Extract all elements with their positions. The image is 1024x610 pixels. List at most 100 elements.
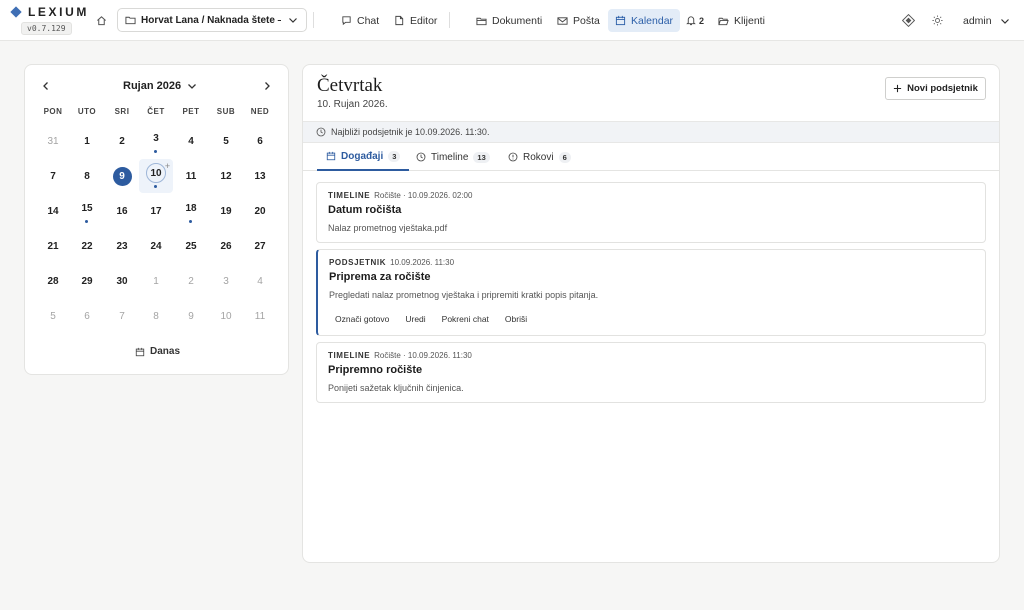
month-selector[interactable]: Rujan 2026 (123, 80, 197, 92)
calendar-day[interactable]: 30 (105, 264, 139, 298)
nav-dokumenti[interactable]: Dokumenti (469, 9, 549, 32)
weekday-header: UTO (77, 107, 97, 116)
event-meta: PODSJETNIK 10.09.2026. 11:30 (329, 258, 455, 267)
mark-done-button[interactable]: Označi gotovo (329, 312, 395, 326)
calendar-day[interactable]: 7 (36, 159, 70, 193)
calendar-day[interactable]: 2 (174, 264, 208, 298)
tab-count: 3 (388, 150, 401, 162)
diamond-icon (902, 14, 915, 27)
tab-timeline[interactable]: Timeline 13 (407, 143, 499, 171)
folder-open-icon (718, 17, 729, 25)
tab-dogadaji[interactable]: Događaji 3 (317, 143, 410, 171)
calendar-day[interactable]: 27 (243, 229, 277, 263)
today-button[interactable]: Danas (135, 346, 180, 357)
calendar-day[interactable]: 3 (139, 124, 173, 158)
calendar-day[interactable]: 9 (174, 299, 208, 333)
event-desc: Nalaz prometnog vještaka.pdf (328, 223, 448, 233)
top-bar: LEXIUM v0.7.129 Horvat Lana / Naknada št… (0, 0, 1024, 41)
calendar-day[interactable]: 12 (209, 159, 243, 193)
selected-weekday: Četvrtak (317, 75, 383, 96)
logo-diamond-icon (10, 6, 22, 18)
mail-icon (557, 16, 568, 25)
event-type: PODSJETNIK (329, 258, 387, 267)
calendar-day[interactable]: 2 (105, 124, 139, 158)
alert-circle-icon (508, 152, 518, 162)
calendar-day[interactable]: 13 (243, 159, 277, 193)
nav-posta[interactable]: Pošta (550, 9, 607, 32)
calendar-day[interactable]: 15 (70, 194, 104, 228)
case-selector-label: Horvat Lana / Naknada štete — … (141, 14, 281, 26)
nav-editor[interactable]: Editor (387, 9, 444, 32)
calendar-day[interactable]: 23 (105, 229, 139, 263)
notifications-button[interactable]: 2 (679, 9, 711, 32)
brightness-button[interactable] (930, 13, 944, 27)
calendar-day[interactable]: 20 (243, 194, 277, 228)
start-chat-button[interactable]: Pokreni chat (436, 312, 495, 326)
calendar-day-today[interactable]: 9 (105, 159, 139, 193)
calendar-day[interactable]: 1 (139, 264, 173, 298)
calendar-day[interactable]: 18 (174, 194, 208, 228)
calendar-day[interactable]: 31 (36, 124, 70, 158)
calendar-day[interactable]: 8 (139, 299, 173, 333)
tab-rokovi[interactable]: Rokovi 6 (499, 143, 580, 171)
event-dot (85, 220, 88, 223)
calendar-day[interactable]: 17 (139, 194, 173, 228)
next-month-button[interactable] (260, 79, 274, 93)
calendar-day[interactable]: 24 (139, 229, 173, 263)
calendar-day[interactable]: 3 (209, 264, 243, 298)
new-reminder-button[interactable]: Novi podsjetnik (885, 77, 986, 100)
calendar-icon (615, 15, 626, 26)
chevron-right-icon (265, 82, 270, 90)
calendar-day[interactable]: 6 (70, 299, 104, 333)
calendar-day[interactable]: 11 (243, 299, 277, 333)
event-card[interactable]: TIMELINE Ročište · 10.09.2026. 11:30 Prip… (316, 342, 986, 403)
nav-dokumenti-label: Dokumenti (492, 14, 543, 27)
weekday-header: ČET (147, 107, 165, 116)
calendar-day[interactable]: 7 (105, 299, 139, 333)
calendar-day[interactable]: 25 (174, 229, 208, 263)
calendar-day[interactable]: 6 (243, 124, 277, 158)
divider (313, 12, 314, 28)
event-type: TIMELINE (328, 351, 371, 360)
nav-klijenti-label: Klijenti (734, 14, 765, 27)
calendar-day[interactable]: 5 (36, 299, 70, 333)
prev-month-button[interactable] (39, 79, 53, 93)
reminder-actions: Označi gotovo Uredi Pokreni chat Obriši (329, 312, 533, 326)
calendar-day[interactable]: 1 (70, 124, 104, 158)
calendar-day[interactable]: 11 (174, 159, 208, 193)
theme-toggle-button[interactable] (901, 13, 916, 28)
nav-chat-label: Chat (357, 14, 380, 27)
calendar-day[interactable]: 14 (36, 194, 70, 228)
calendar-day[interactable]: 19 (209, 194, 243, 228)
event-card[interactable]: TIMELINE Ročište · 10.09.2026. 02:00 Datu… (316, 182, 986, 243)
calendar-icon (326, 151, 336, 161)
calendar-day[interactable]: 29 (70, 264, 104, 298)
reminder-card[interactable]: PODSJETNIK 10.09.2026. 11:30 Priprema za … (316, 249, 986, 336)
weekday-header: PET (182, 107, 200, 116)
case-selector[interactable]: Horvat Lana / Naknada štete — … (117, 8, 307, 32)
calendar-day[interactable]: 28 (36, 264, 70, 298)
delete-button[interactable]: Obriši (499, 312, 533, 326)
tab-count: 6 (558, 151, 571, 163)
calendar-day[interactable]: 26 (209, 229, 243, 263)
calendar-day[interactable]: 10 (209, 299, 243, 333)
nav-chat[interactable]: Chat (334, 9, 386, 32)
calendar-day[interactable]: 21 (36, 229, 70, 263)
chat-icon (342, 16, 351, 26)
nav-kalendar[interactable]: Kalendar (608, 9, 681, 32)
nav-editor-label: Editor (410, 14, 438, 27)
calendar-day[interactable]: 4 (174, 124, 208, 158)
app-version: v0.7.129 (21, 22, 72, 35)
calendar-day-selected[interactable]: 10 + (139, 159, 173, 193)
calendar-day[interactable]: 4 (243, 264, 277, 298)
calendar-day[interactable]: 22 (70, 229, 104, 263)
calendar-day[interactable]: 16 (105, 194, 139, 228)
calendar-day[interactable]: 8 (70, 159, 104, 193)
calendar-icon (135, 347, 145, 356)
calendar-day[interactable]: 5 (209, 124, 243, 158)
nav-klijenti[interactable]: Klijenti (711, 9, 772, 32)
event-type: TIMELINE (328, 191, 371, 200)
home-button[interactable] (94, 13, 108, 27)
edit-button[interactable]: Uredi (399, 312, 431, 326)
user-menu[interactable]: admin (956, 9, 1017, 32)
